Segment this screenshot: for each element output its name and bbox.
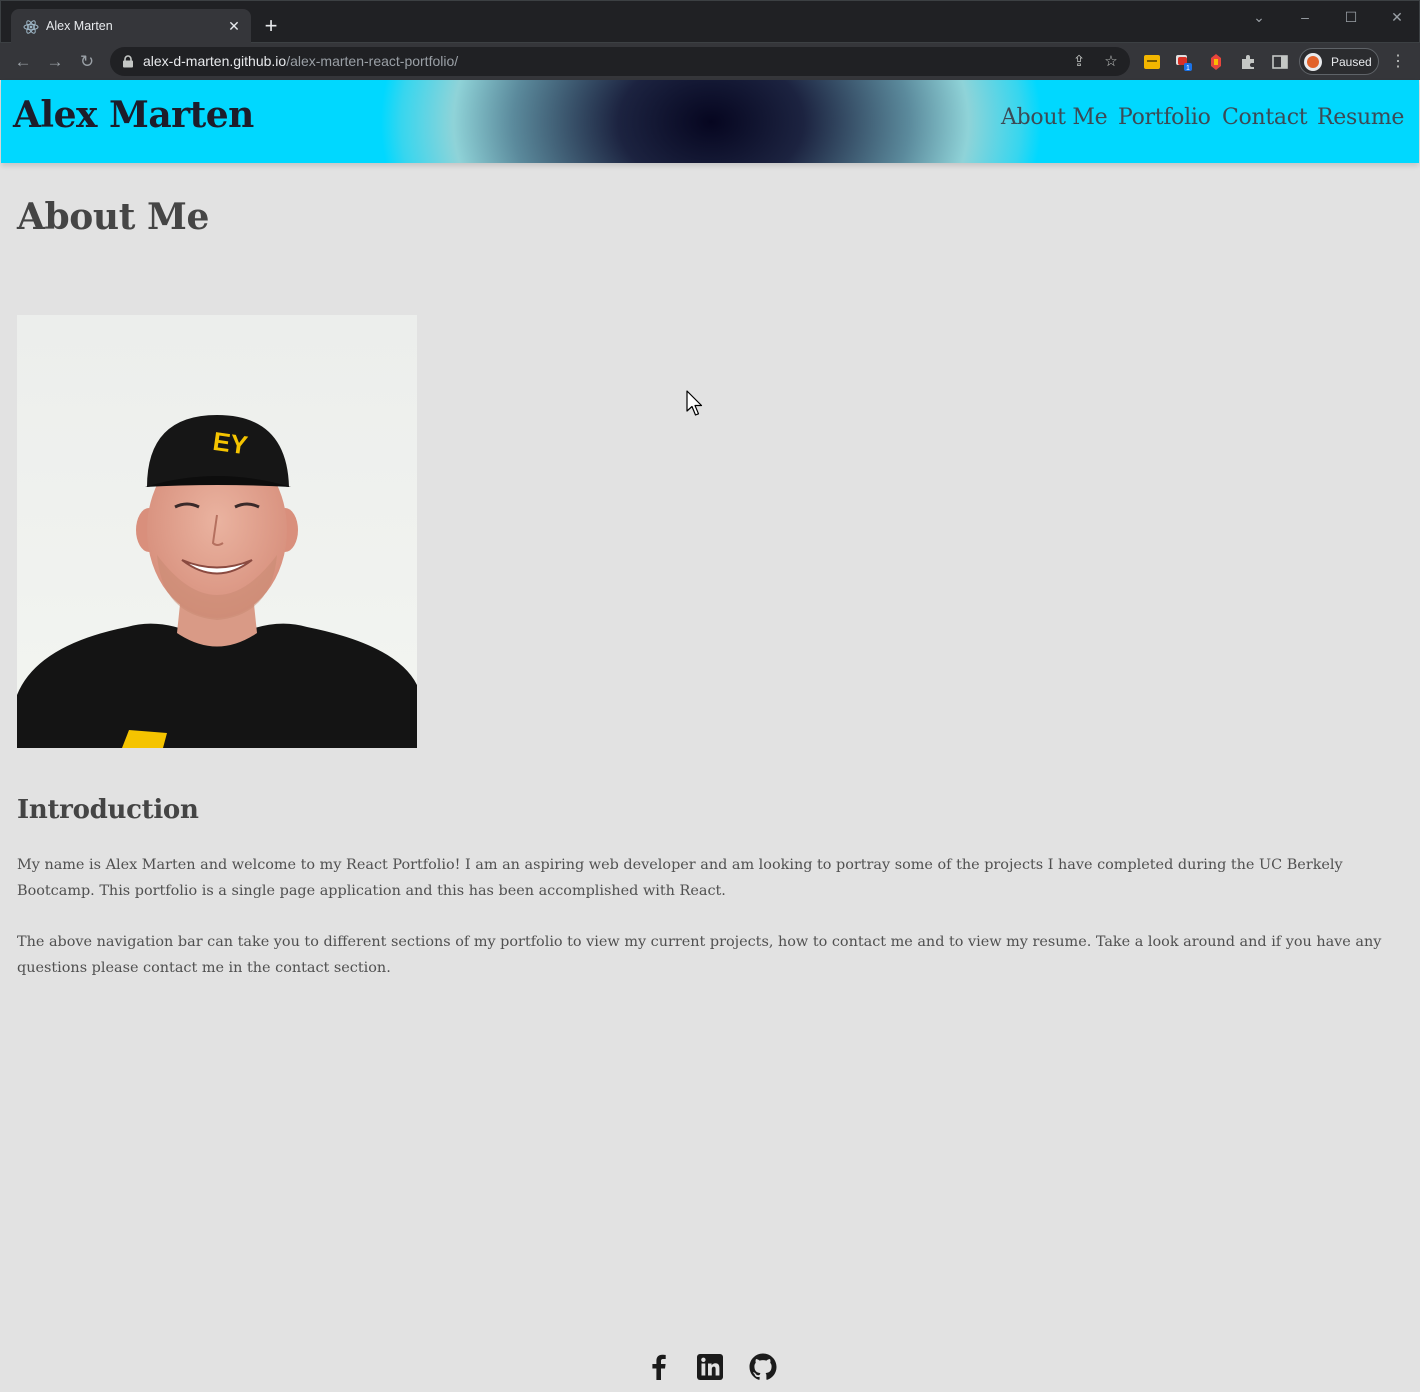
linkedin-icon[interactable] bbox=[693, 1350, 727, 1384]
mouse-cursor-icon bbox=[686, 390, 703, 416]
profile-button[interactable]: Paused bbox=[1299, 48, 1379, 75]
intro-paragraph-1: My name is Alex Marten and welcome to my… bbox=[17, 857, 1343, 899]
new-tab-icon[interactable]: + bbox=[261, 15, 281, 37]
close-tab-icon[interactable]: ✕ bbox=[226, 18, 242, 34]
browser-tab-strip: Alex Marten ✕ + ⌄ – ☐ ✕ bbox=[0, 0, 1420, 44]
facebook-icon[interactable] bbox=[642, 1350, 676, 1384]
page-title: About Me bbox=[17, 196, 210, 238]
lock-icon bbox=[123, 55, 133, 68]
url-host: alex-d-marten.github.io bbox=[143, 53, 287, 69]
nav-portfolio[interactable]: Portfolio bbox=[1118, 105, 1211, 130]
bookmark-star-icon[interactable]: ☆ bbox=[1102, 53, 1120, 71]
minimize-icon[interactable]: – bbox=[1294, 7, 1316, 27]
address-bar[interactable]: alex-d-marten.github.io/alex-marten-reac… bbox=[110, 47, 1130, 76]
introduction-heading: Introduction bbox=[17, 795, 199, 825]
maximize-icon[interactable]: ☐ bbox=[1340, 7, 1362, 27]
url-text: alex-d-marten.github.io/alex-marten-reac… bbox=[143, 53, 458, 69]
extension-red-icon[interactable] bbox=[1207, 53, 1225, 71]
react-logo-icon bbox=[23, 20, 39, 34]
intro-paragraph-2: The above navigation bar can take you to… bbox=[17, 934, 1382, 976]
footer bbox=[640, 1350, 785, 1386]
browser-tab[interactable]: Alex Marten ✕ bbox=[11, 9, 251, 44]
nav-contact[interactable]: Contact bbox=[1222, 105, 1308, 130]
forward-icon[interactable]: → bbox=[44, 51, 66, 73]
github-icon[interactable] bbox=[746, 1350, 780, 1384]
tab-title: Alex Marten bbox=[46, 19, 113, 33]
extension-yellow-icon[interactable] bbox=[1143, 53, 1161, 71]
avatar bbox=[1304, 53, 1322, 71]
nav-resume[interactable]: Resume bbox=[1317, 105, 1404, 130]
browser-toolbar: ← → ↻ alex-d-marten.github.io/alex-marte… bbox=[0, 43, 1420, 80]
profile-status: Paused bbox=[1331, 55, 1372, 69]
site-title: Alex Marten bbox=[13, 94, 254, 136]
reload-icon[interactable]: ↻ bbox=[76, 51, 98, 73]
profile-photo: EY bbox=[17, 315, 417, 748]
browser-menu-icon[interactable]: ⋮ bbox=[1390, 51, 1406, 73]
url-path: /alex-marten-react-portfolio/ bbox=[286, 53, 459, 69]
nav-about-me[interactable]: About Me bbox=[1001, 105, 1108, 130]
extensions-puzzle-icon[interactable] bbox=[1239, 53, 1257, 71]
extension-shield-icon[interactable]: 1 bbox=[1175, 53, 1193, 71]
extension-badge: 1 bbox=[1186, 65, 1190, 71]
site-header: Alex Marten About Me Portfolio Contact R… bbox=[1, 80, 1419, 163]
side-panel-icon[interactable] bbox=[1271, 53, 1289, 71]
close-window-icon[interactable]: ✕ bbox=[1386, 7, 1408, 27]
share-icon[interactable]: ⇪ bbox=[1070, 53, 1088, 71]
cap-logo: EY bbox=[211, 426, 250, 461]
portrait-illustration: EY bbox=[17, 315, 417, 748]
back-icon[interactable]: ← bbox=[12, 51, 34, 73]
tab-search-icon[interactable]: ⌄ bbox=[1248, 7, 1270, 27]
